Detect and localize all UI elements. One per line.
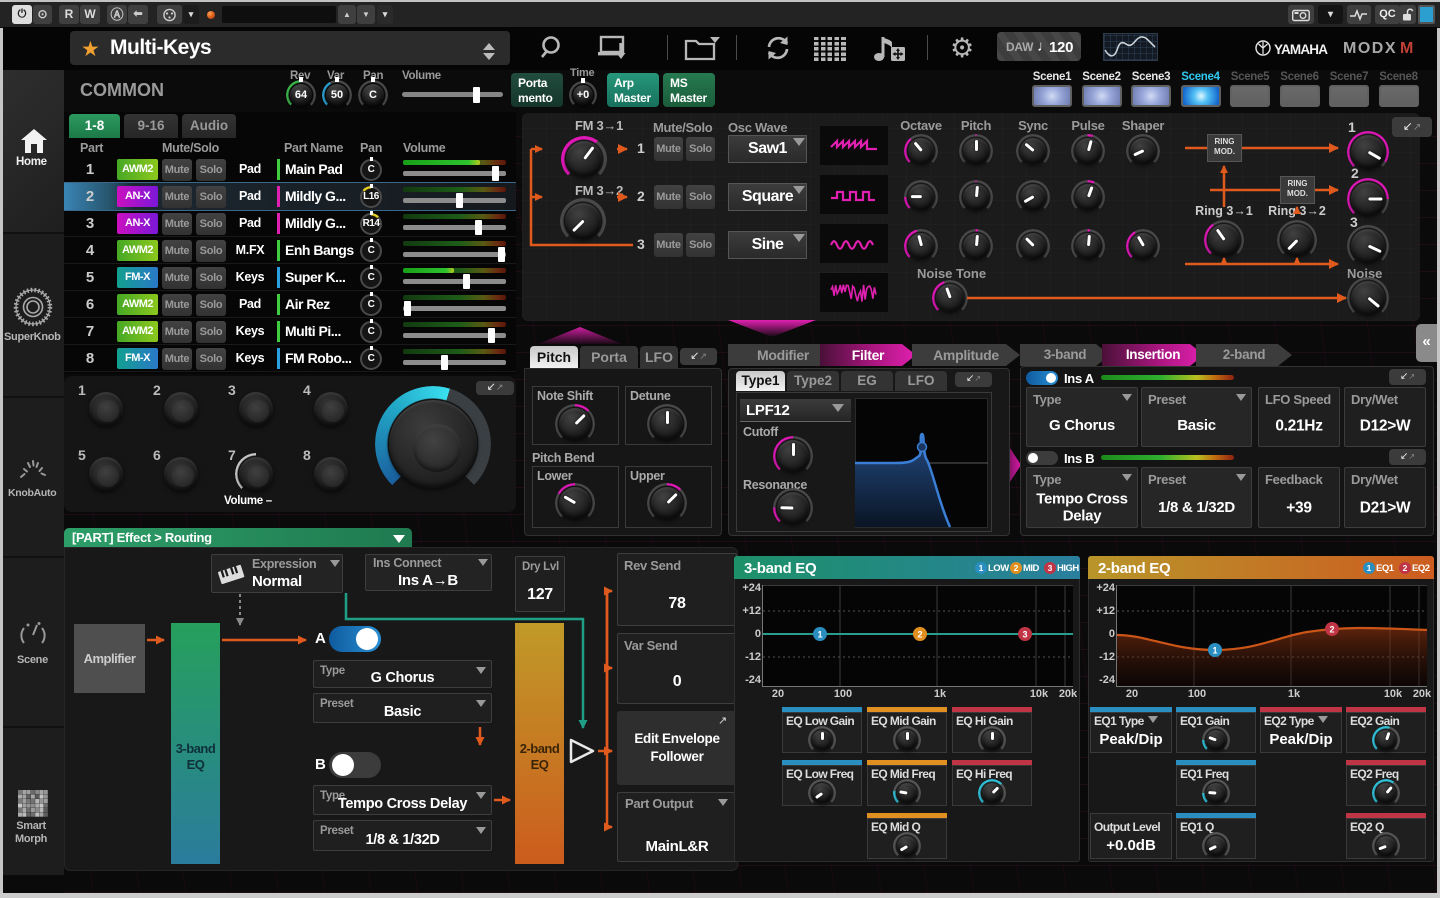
svg-text:1: 1	[817, 630, 822, 640]
svg-text:2: 2	[1329, 625, 1334, 635]
svg-text:2: 2	[917, 630, 922, 640]
svg-text:3: 3	[1022, 630, 1027, 640]
svg-text:1: 1	[1212, 646, 1217, 656]
